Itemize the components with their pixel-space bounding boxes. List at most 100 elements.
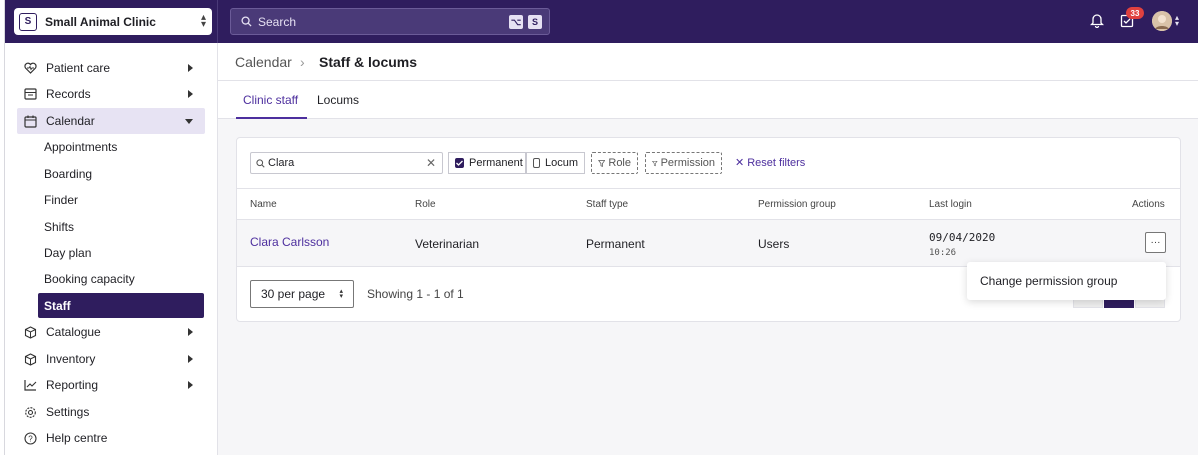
- tab-locums[interactable]: Locums: [317, 93, 359, 107]
- chevron-updown-icon: ▴ ▾: [200, 12, 206, 30]
- kbd-option: ⌥: [509, 15, 523, 29]
- column-header-permission-group[interactable]: Permission group: [758, 199, 836, 210]
- caret-right-icon: [188, 64, 193, 72]
- filter-permanent[interactable]: Permanent: [448, 152, 526, 174]
- last-login-date: 09/04/2020: [929, 231, 996, 244]
- chevron-updown-icon: ▴ ▾: [339, 288, 343, 300]
- chevron-updown-icon[interactable]: ▴ ▾: [1175, 14, 1179, 28]
- box-icon: [23, 325, 37, 339]
- column-header-name[interactable]: Name: [250, 199, 277, 210]
- row-actions-menu: Change permission group: [967, 262, 1166, 300]
- checkbox-checked-icon: [455, 158, 464, 168]
- column-header-actions: Actions: [1132, 199, 1165, 210]
- search-value: Clara: [268, 157, 295, 169]
- filter-icon: [652, 160, 658, 166]
- clear-icon[interactable]: ✕: [426, 156, 436, 170]
- menu-item-change-permission-group[interactable]: Change permission group: [980, 274, 1117, 288]
- chevron-right-icon: ›: [300, 54, 305, 70]
- breadcrumb-parent[interactable]: Calendar: [235, 54, 292, 70]
- sidebar-item-records[interactable]: Records: [17, 81, 205, 107]
- page-header: Calendar › Staff & locums: [218, 43, 1198, 81]
- page-title: Staff & locums: [319, 54, 418, 70]
- sidebar-subitem-boarding[interactable]: Boarding: [38, 161, 204, 186]
- main-content: Calendar › Staff & locums Clinic staff L…: [218, 43, 1198, 455]
- sidebar-subitem-day-plan[interactable]: Day plan: [38, 240, 204, 265]
- global-search-input[interactable]: Search ⌥ S: [230, 8, 550, 35]
- search-icon: [256, 158, 265, 168]
- bell-icon[interactable]: [1090, 13, 1104, 28]
- help-icon: ?: [23, 431, 37, 445]
- sidebar-subitem-appointments[interactable]: Appointments: [38, 134, 204, 159]
- close-icon: ✕: [735, 157, 745, 169]
- tab-clinic-staff[interactable]: Clinic staff: [243, 93, 298, 107]
- folder-icon: [23, 87, 37, 101]
- calendar-icon: [23, 114, 37, 128]
- sidebar-item-label: Patient care: [46, 61, 111, 75]
- filter-icon: [598, 159, 606, 167]
- sidebar-item-patient-care[interactable]: Patient care: [17, 55, 205, 81]
- sidebar-item-label: Inventory: [46, 352, 96, 366]
- staff-search-input[interactable]: Clara ✕: [250, 152, 443, 174]
- last-login: 09/04/2020 10:26: [929, 230, 995, 258]
- permission-group: Users: [758, 237, 790, 251]
- sidebar-item-catalogue[interactable]: Catalogue: [17, 319, 205, 345]
- caret-right-icon: [188, 355, 193, 363]
- sidebar: Patient care Records Calendar Appointmen…: [5, 43, 218, 455]
- kbd-s: S: [528, 15, 542, 29]
- sidebar-subitem-staff[interactable]: Staff: [38, 293, 204, 318]
- org-switcher[interactable]: S Small Animal Clinic ▴ ▾: [14, 8, 212, 35]
- filter-permanent-label: Permanent: [469, 157, 523, 169]
- sidebar-subitem-finder[interactable]: Finder: [38, 187, 204, 212]
- filter-locum-label: Locum: [544, 157, 578, 169]
- reset-filters-button[interactable]: ✕ Reset filters: [735, 156, 806, 170]
- notification-badge: 33: [1126, 7, 1144, 19]
- sidebar-item-label: Calendar: [46, 114, 95, 128]
- filter-locum[interactable]: Locum: [526, 152, 585, 174]
- staff-name-link[interactable]: Clara Carlsson: [250, 235, 329, 249]
- sidebar-item-label: Records: [46, 87, 91, 101]
- filter-permission-label: Permission: [660, 157, 715, 169]
- org-name: Small Animal Clinic: [45, 14, 156, 29]
- tab-bar: Clinic staff Locums: [218, 81, 1198, 119]
- sidebar-subitem-booking-capacity[interactable]: Booking capacity: [38, 266, 204, 291]
- caret-right-icon: [188, 90, 193, 98]
- sidebar-item-label: Help centre: [46, 431, 108, 445]
- sidebar-item-calendar[interactable]: Calendar: [17, 108, 205, 134]
- row-actions-button[interactable]: ···: [1145, 232, 1166, 253]
- reset-filters-label: Reset filters: [747, 156, 806, 169]
- results-count: Showing 1 - 1 of 1: [367, 287, 464, 301]
- org-switcher-area: S Small Animal Clinic ▴ ▾: [5, 0, 218, 43]
- column-header-staff-type[interactable]: Staff type: [586, 199, 628, 210]
- tab-active-indicator: [236, 117, 307, 119]
- filter-permission[interactable]: Permission: [645, 152, 722, 174]
- last-login-time: 10:26: [929, 248, 957, 258]
- sidebar-item-reporting[interactable]: Reporting: [17, 372, 205, 398]
- filter-role-label: Role: [608, 157, 631, 169]
- column-header-last-login[interactable]: Last login: [929, 199, 972, 210]
- per-page-value: 30 per page: [261, 287, 326, 301]
- sidebar-item-settings[interactable]: Settings: [17, 399, 205, 425]
- sidebar-subitem-shifts[interactable]: Shifts: [38, 214, 204, 239]
- per-page-select[interactable]: 30 per page ▴ ▾: [250, 280, 354, 308]
- checkbox-icon: [533, 158, 540, 168]
- org-avatar: S: [19, 12, 37, 31]
- column-header-role[interactable]: Role: [415, 199, 436, 210]
- user-avatar[interactable]: [1152, 11, 1172, 31]
- staff-type: Permanent: [586, 237, 645, 251]
- caret-right-icon: [188, 381, 193, 389]
- caret-down-icon: [185, 119, 193, 124]
- staff-role: Veterinarian: [415, 237, 480, 251]
- chart-icon: [23, 378, 37, 392]
- sidebar-item-label: Catalogue: [46, 325, 101, 339]
- table-header: Name Role Staff type Permission group La…: [237, 188, 1180, 220]
- caret-right-icon: [188, 328, 193, 336]
- sidebar-item-inventory[interactable]: Inventory: [17, 346, 205, 372]
- heart-icon: [23, 61, 37, 75]
- filter-role[interactable]: Role: [591, 152, 638, 174]
- box-icon: [23, 352, 37, 366]
- sidebar-item-help-centre[interactable]: ? Help centre: [17, 425, 205, 451]
- more-horizontal-icon: ···: [1150, 237, 1161, 248]
- sidebar-item-label: Settings: [46, 405, 90, 419]
- table-row: Clara Carlsson Veterinarian Permanent Us…: [237, 220, 1180, 267]
- gear-icon: [23, 405, 37, 419]
